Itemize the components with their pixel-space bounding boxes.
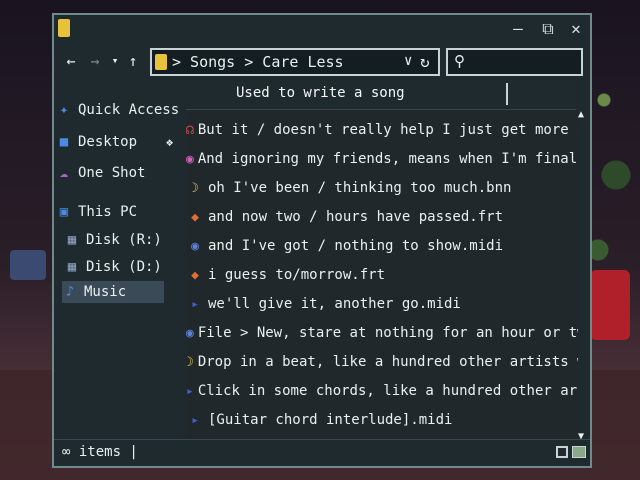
sidebar-item-this-pc[interactable]: ▣ This PC: [56, 201, 137, 223]
navigation-bar: ← → ▾ ↑ > Songs > Care Less ∨ ↻ ⚲: [54, 45, 590, 79]
file-explorer-window: – ⧉ ✕ ← → ▾ ↑ > Songs > Care Less ∨ ↻ ⚲ …: [52, 13, 592, 468]
list-item[interactable]: ▸ [Guitar chord interlude].midi: [186, 407, 578, 433]
monitor-icon: ▣: [59, 204, 69, 220]
vertical-scrollbar[interactable]: ▲ ▼: [578, 109, 590, 442]
sidebar-item-label: Desktop: [78, 134, 138, 150]
folder-icon: [155, 54, 167, 70]
list-item[interactable]: ◉ And ignoring my friends, means when I'…: [186, 146, 578, 172]
sidebar-item-label: Disk (R:): [86, 232, 162, 248]
sidebar-item-music[interactable]: ♪ Music: [62, 281, 164, 303]
desktop-icon: ■: [59, 134, 69, 150]
pin-icon[interactable]: ❖: [166, 135, 173, 149]
list-item[interactable]: ◆ and now two / hours have passed.frt: [186, 204, 578, 230]
chevron-down-icon[interactable]: ∨: [404, 53, 412, 69]
midi-icon: ◉: [191, 238, 199, 254]
sidebar-item-label: This PC: [78, 204, 138, 220]
banana-icon: ☽: [191, 180, 199, 196]
list-item[interactable]: ◉ and I've got / nothing to show.midi: [186, 233, 578, 259]
fruit-icon: ◆: [191, 209, 199, 225]
list-item[interactable]: ☊ But it / doesn't really help I just ge…: [186, 117, 578, 143]
disk-icon: ▦: [67, 232, 77, 248]
details-view-icon[interactable]: [556, 446, 568, 458]
file-name: oh I've been / thinking too much.bnn: [208, 180, 512, 196]
address-path: > Songs > Care Less: [172, 53, 344, 71]
list-item[interactable]: ◉ File > New, stare at nothing for an ho…: [186, 320, 578, 346]
midi-file-icon: ▸: [191, 412, 199, 428]
song-tooltip: Used to write a song: [186, 81, 576, 110]
sidebar-item-quick-access[interactable]: ✦ Quick Access: [56, 99, 179, 121]
file-name: File > New, stare at nothing for an hour…: [197, 325, 578, 341]
file-name: and now two / hours have passed.frt: [208, 209, 504, 225]
fruit-icon: ◆: [191, 267, 199, 283]
folder-icon: [58, 19, 70, 37]
sidebar-item-label: Music: [84, 284, 127, 300]
maximize-button[interactable]: ⧉: [536, 18, 560, 40]
list-item[interactable]: ▸ we'll give it, another go.midi: [186, 291, 578, 317]
item-count: ∞ items |: [62, 444, 138, 460]
headphones-icon: ☊: [186, 122, 194, 138]
sidebar-item-label: Quick Access: [78, 102, 180, 118]
list-item[interactable]: ☽ Drop in a beat, like a hundred other a…: [186, 349, 578, 375]
list-item[interactable]: ◆ i guess to/morrow.frt: [186, 262, 578, 288]
sidebar-item-one-shot[interactable]: ☁ One Shot: [56, 162, 146, 184]
music-note-icon: ♪: [65, 284, 75, 300]
forward-arrow-icon[interactable]: →: [86, 51, 104, 71]
midi-file-icon: ▸: [186, 383, 194, 399]
navigation-pane: ✦ Quick Access ■ Desktop ❖ ☁ One Shot ▣ …: [54, 81, 184, 442]
close-button[interactable]: ✕: [564, 18, 588, 40]
app-icon: ◉: [186, 151, 194, 167]
address-bar[interactable]: > Songs > Care Less ∨ ↻: [150, 48, 440, 76]
thumbnail-view-icon[interactable]: [572, 446, 586, 458]
file-name: Click in some chords, like a hundred oth…: [197, 383, 578, 399]
banana-icon: ☽: [186, 354, 194, 370]
sidebar-item-desktop[interactable]: ■ Desktop: [56, 131, 137, 153]
list-item[interactable]: ▸ Click in some chords, like a hundred o…: [186, 378, 578, 404]
up-arrow-icon[interactable]: ↑: [124, 51, 142, 71]
midi-file-icon: ▸: [191, 296, 199, 312]
midi-icon: ◉: [186, 325, 194, 341]
back-arrow-icon[interactable]: ←: [62, 51, 80, 71]
background-chair: [590, 270, 630, 340]
sidebar-item-label: Disk (D:): [86, 259, 162, 275]
file-name: [Guitar chord interlude].midi: [208, 412, 453, 428]
file-name: i guess to/morrow.frt: [208, 267, 386, 283]
sidebar-item-label: One Shot: [78, 165, 146, 181]
file-name: and I've got / nothing to show.midi: [208, 238, 504, 254]
file-name: we'll give it, another go.midi: [208, 296, 461, 312]
file-name: But it / doesn't really help I just get …: [197, 122, 578, 138]
search-input[interactable]: ⚲: [446, 48, 583, 76]
minimize-button[interactable]: –: [506, 18, 530, 40]
tooltip-text: Used to write a song: [236, 85, 405, 101]
status-bar: ∞ items |: [54, 439, 590, 466]
file-list: ☊ But it / doesn't really help I just ge…: [186, 81, 578, 442]
star-icon: ✦: [59, 102, 69, 118]
scroll-up-icon[interactable]: ▲: [578, 109, 584, 120]
title-bar[interactable]: – ⧉ ✕: [54, 15, 590, 45]
refresh-icon[interactable]: ↻: [420, 52, 430, 71]
sidebar-item-disk-d[interactable]: ▦ Disk (D:): [64, 256, 162, 278]
list-item[interactable]: ☽ oh I've been / thinking too much.bnn: [186, 175, 578, 201]
cloud-icon: ☁: [59, 165, 69, 181]
file-name: Drop in a beat, like a hundred other art…: [197, 354, 578, 370]
recent-dropdown-icon[interactable]: ▾: [106, 51, 124, 71]
search-icon: ⚲: [454, 52, 465, 70]
sidebar-item-disk-r[interactable]: ▦ Disk (R:): [64, 229, 162, 251]
text-cursor: [506, 83, 508, 105]
file-name: And ignoring my friends, means when I'm …: [197, 151, 578, 167]
disk-icon: ▦: [67, 259, 77, 275]
background-object: [10, 250, 46, 280]
